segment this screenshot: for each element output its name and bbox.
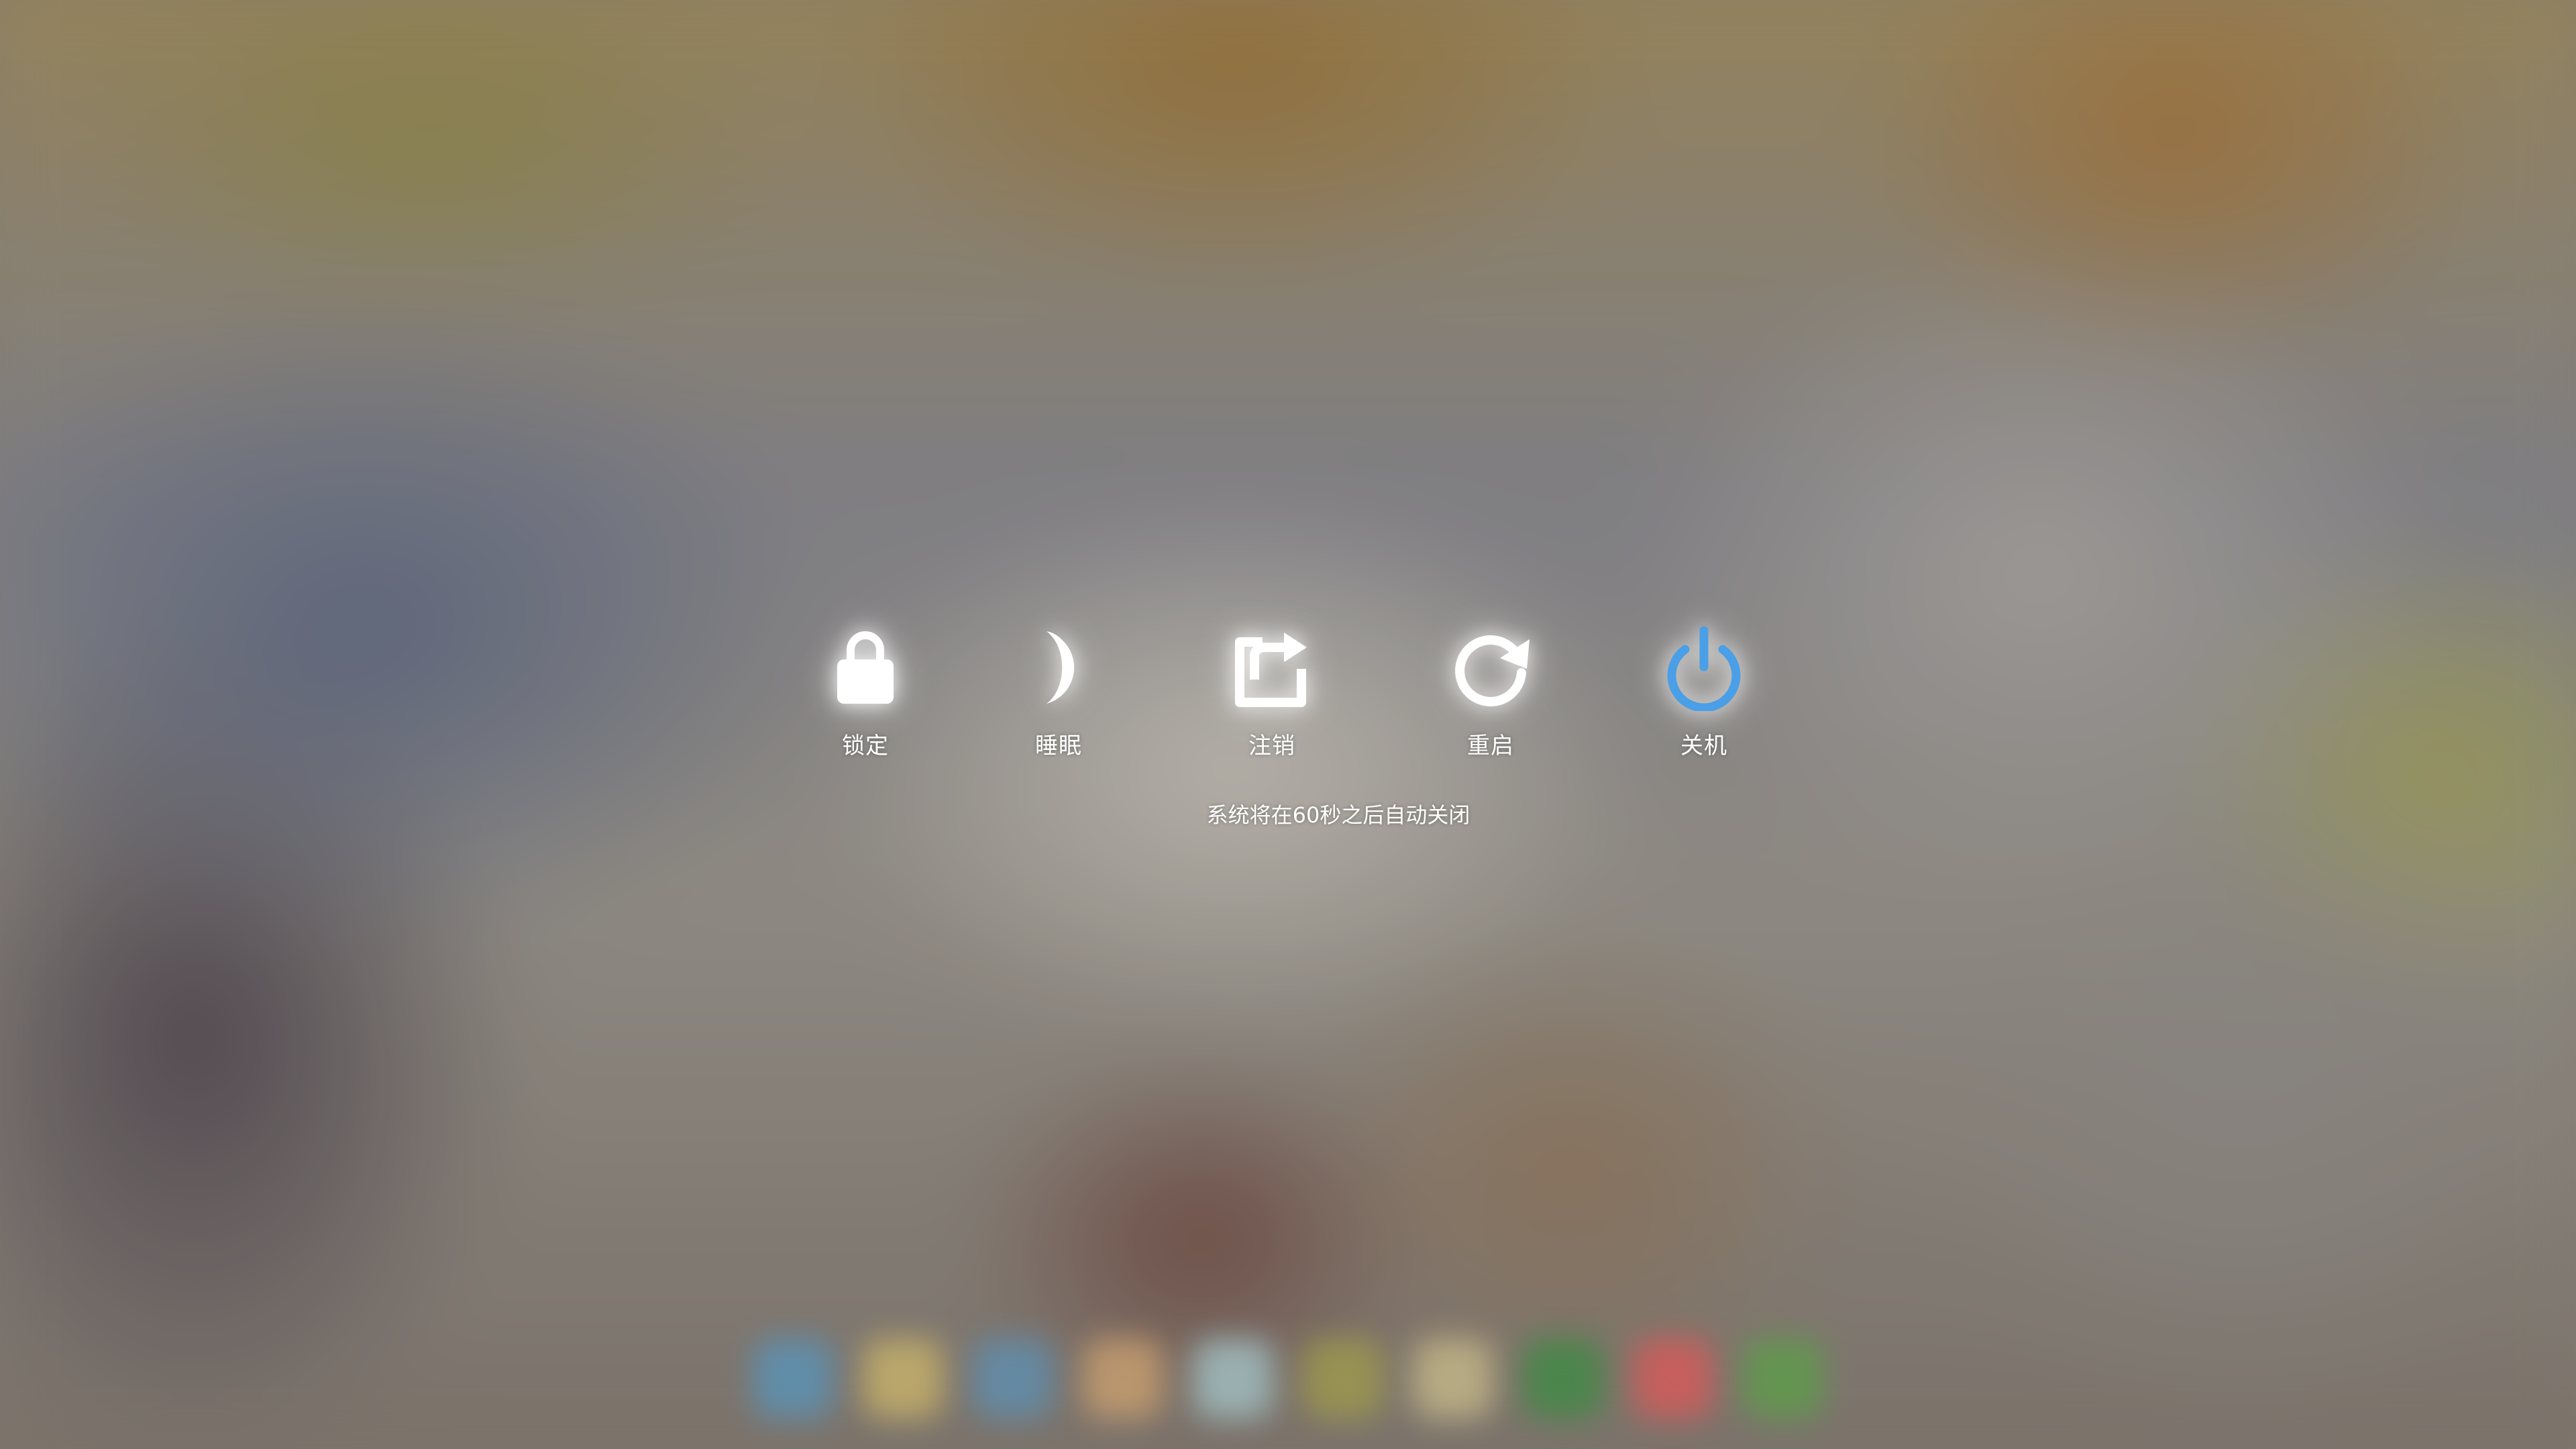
lock-label: 锁定 xyxy=(842,733,889,759)
dock-app-icon xyxy=(1523,1338,1603,1419)
dock xyxy=(738,1328,1838,1429)
logout-button[interactable]: 注销 xyxy=(1198,617,1346,760)
logout-icon xyxy=(1222,617,1322,718)
power-icon xyxy=(1654,617,1754,718)
dock-app-icon xyxy=(1303,1338,1383,1419)
sleep-button[interactable]: 睡眠 xyxy=(985,617,1132,760)
dock-app-icon xyxy=(1413,1338,1493,1419)
restart-icon xyxy=(1440,617,1541,718)
shutdown-screen: 锁定 睡眠 注销 重启 关机 系统将在60秒之后自动关闭 xyxy=(0,0,2576,1449)
dock-app-icon xyxy=(753,1338,833,1419)
dock-app-icon xyxy=(1193,1338,1273,1419)
logout-label: 注销 xyxy=(1248,733,1295,759)
lock-icon xyxy=(815,617,916,718)
dock-app-icon xyxy=(1743,1338,1823,1419)
lock-button[interactable]: 锁定 xyxy=(792,617,939,760)
countdown-message: 系统将在60秒之后自动关闭 xyxy=(1206,802,1470,828)
restart-label: 重启 xyxy=(1467,733,1514,759)
sleep-label: 睡眠 xyxy=(1035,733,1082,759)
shutdown-label: 关机 xyxy=(1680,733,1727,759)
dock-app-icon xyxy=(1633,1338,1713,1419)
dock-app-icon xyxy=(1083,1338,1163,1419)
shutdown-button[interactable]: 关机 xyxy=(1630,617,1778,760)
restart-button[interactable]: 重启 xyxy=(1417,617,1564,760)
moon-icon xyxy=(1008,617,1109,718)
dock-app-icon xyxy=(863,1338,943,1419)
dock-app-icon xyxy=(973,1338,1053,1419)
